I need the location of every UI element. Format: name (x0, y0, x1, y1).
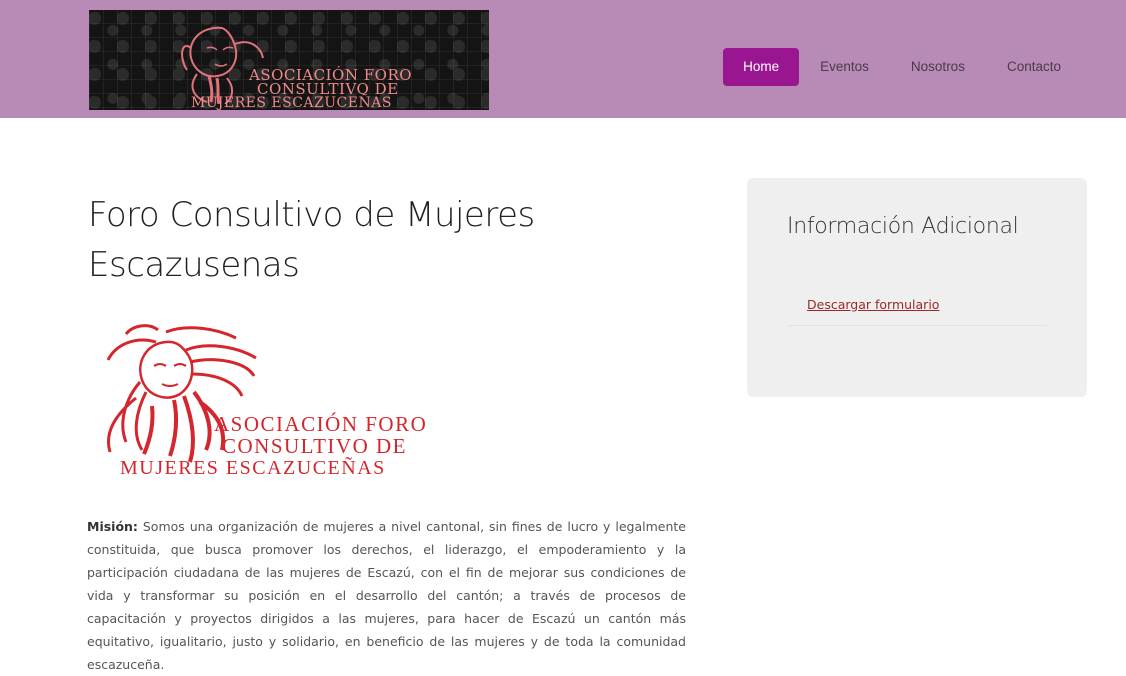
nav-item-nosotros[interactable]: Nosotros (890, 48, 986, 86)
mision-paragraph: Misión: Somos una organización de mujere… (87, 515, 686, 676)
main-nav: Home Eventos Nosotros Contacto (723, 48, 1082, 86)
mision-text: Somos una organización de mujeres a nive… (87, 519, 686, 672)
download-form-link[interactable]: Descargar formulario (807, 297, 939, 312)
banner-title-line-3: MUJERES ESCAZUCEÑAS (191, 95, 392, 110)
logo-line-2: CONSULTIVO DE (222, 434, 407, 458)
association-logo: ASOCIACIÓN FORO CONSULTIVO DE MUJERES ES… (96, 322, 496, 482)
nav-item-home[interactable]: Home (723, 48, 800, 86)
logo-line-1: ASOCIACIÓN FORO (214, 412, 428, 436)
mision-label: Misión: (87, 519, 138, 534)
nav-item-contacto[interactable]: Contacto (986, 48, 1082, 86)
sidebar-info-box: Información Adicional Descargar formular… (747, 178, 1087, 397)
woman-face-logo-icon (181, 26, 264, 104)
site-banner-logo[interactable]: ASOCIACIÓN FORO CONSULTIVO DE MUJERES ES… (89, 10, 489, 110)
logo-line-3: MUJERES ESCAZUCEÑAS (120, 457, 386, 479)
sidebar-title: Información Adicional (787, 214, 1019, 239)
site-header: ASOCIACIÓN FORO CONSULTIVO DE MUJERES ES… (0, 0, 1126, 118)
nav-item-eventos[interactable]: Eventos (799, 48, 890, 86)
sidebar-divider (787, 325, 1047, 326)
page-title: Foro Consultivo de Mujeres Escazusenas (88, 195, 535, 285)
